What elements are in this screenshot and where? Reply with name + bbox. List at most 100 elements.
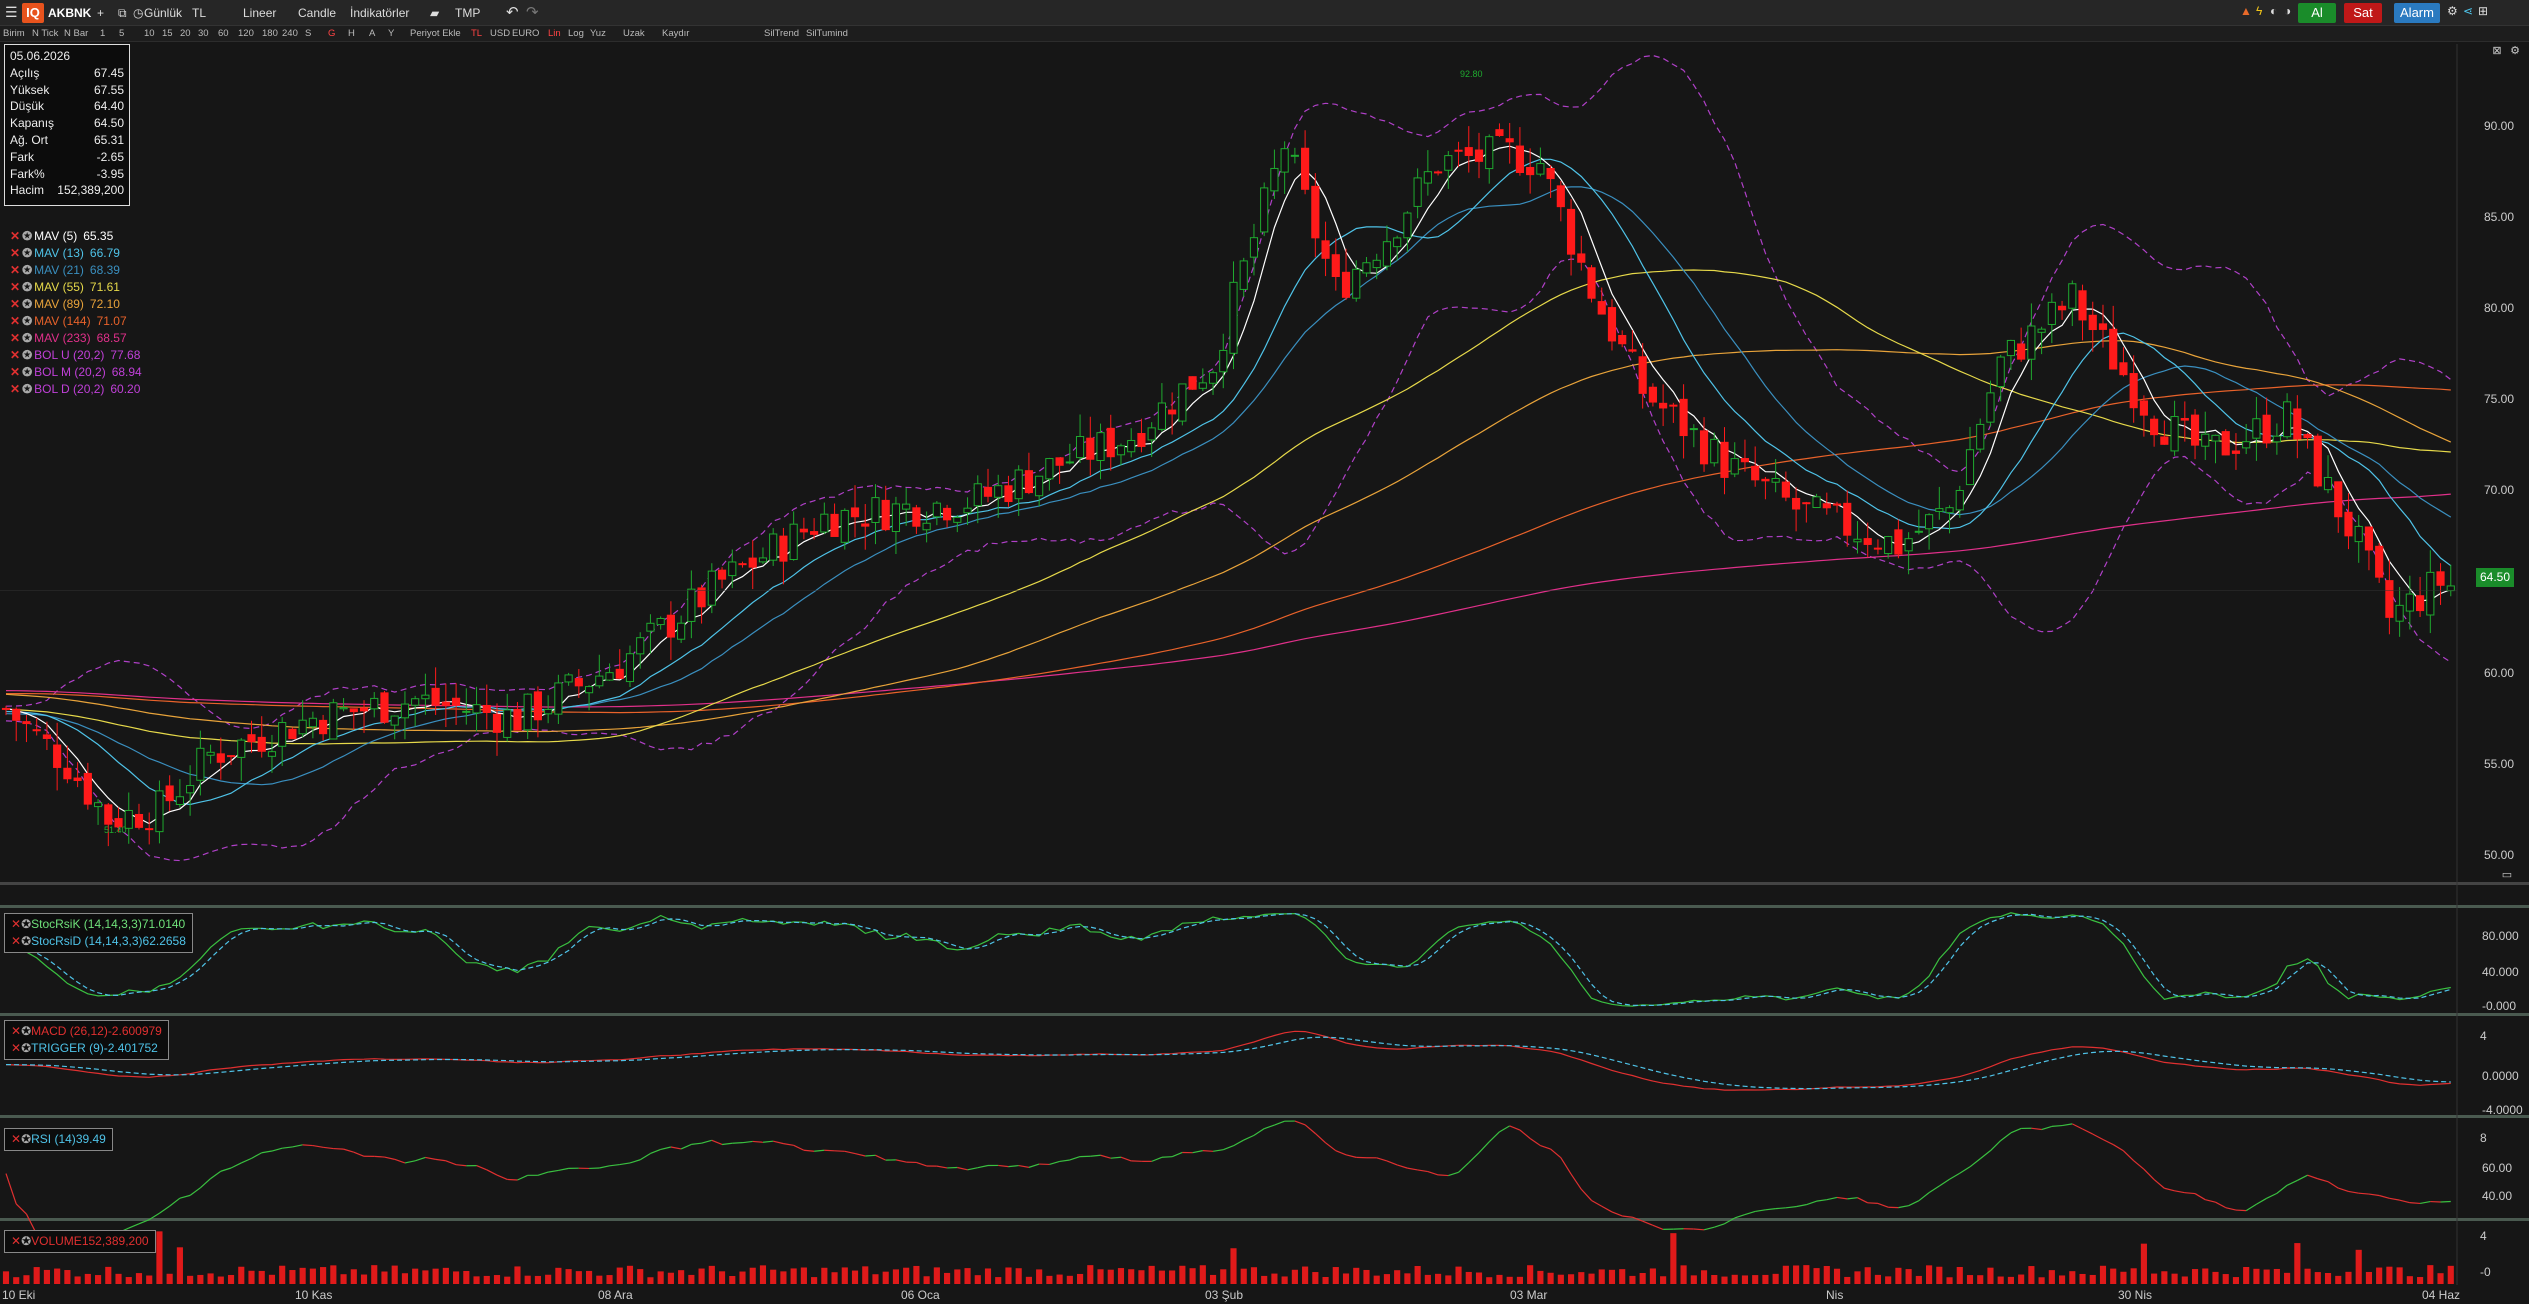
settings-indicator-icon[interactable]: ✪ — [22, 314, 32, 328]
gear-icon[interactable]: ⚙ — [2447, 4, 2458, 18]
remove-indicator-icon[interactable]: ✕ — [11, 917, 21, 931]
remove-indicator-icon[interactable]: ✕ — [11, 1024, 21, 1038]
expand-icon[interactable]: ⊠ — [2490, 44, 2504, 58]
legend-item[interactable]: ✕ ✪ BOL U (20,2) 77.68 — [10, 347, 142, 364]
scale-selector[interactable]: Lineer — [243, 6, 276, 20]
template-button[interactable]: TMP — [455, 6, 480, 20]
folder-icon[interactable]: ▰ — [430, 6, 439, 20]
period-option[interactable]: 60 — [218, 28, 229, 39]
symbol-selector[interactable]: AKBNK — [48, 6, 91, 20]
period-option[interactable]: 120 — [238, 28, 254, 39]
period-option[interactable]: N Bar — [64, 28, 88, 39]
legend-item[interactable]: ✕ ✪ MAV (233) 68.57 — [10, 330, 142, 347]
alarm-button[interactable]: Alarm — [2394, 3, 2440, 23]
period-option[interactable]: USD — [490, 28, 510, 39]
settings-indicator-icon[interactable]: ✪ — [22, 382, 32, 396]
remove-indicator-icon[interactable]: ✕ — [10, 365, 20, 379]
legend-item[interactable]: ✕ ✪ BOL D (20,2) 60.20 — [10, 381, 142, 398]
period-option[interactable]: 1 — [100, 28, 105, 39]
period-option[interactable]: SilTumind — [806, 28, 848, 39]
remove-indicator-icon[interactable]: ✕ — [11, 1132, 21, 1146]
settings-indicator-icon[interactable]: ✪ — [21, 934, 31, 948]
settings-indicator-icon[interactable]: ✪ — [22, 229, 32, 243]
lightning-icon[interactable]: ϟ — [2256, 4, 2262, 18]
remove-indicator-icon[interactable]: ✕ — [10, 348, 20, 362]
remove-indicator-icon[interactable]: ✕ — [11, 934, 21, 948]
period-option[interactable]: 30 — [198, 28, 209, 39]
period-option[interactable]: Uzak — [623, 28, 645, 39]
period-option[interactable]: 180 — [262, 28, 278, 39]
period-option[interactable]: TL — [471, 28, 482, 39]
chart-type-selector[interactable]: Candle — [298, 6, 336, 20]
settings-indicator-icon[interactable]: ✪ — [22, 263, 32, 277]
period-option[interactable]: SilTrend — [764, 28, 799, 39]
period-option[interactable]: EURO — [512, 28, 539, 39]
legend-item[interactable]: ✕✪TRIGGER (9)-2.401752 — [11, 1040, 162, 1057]
period-option[interactable]: G — [328, 28, 335, 39]
settings-icon[interactable]: ⚙ — [2508, 44, 2522, 58]
settings-indicator-icon[interactable]: ✪ — [22, 297, 32, 311]
settings-indicator-icon[interactable]: ✪ — [21, 1041, 31, 1055]
period-option[interactable]: Log — [568, 28, 584, 39]
remove-indicator-icon[interactable]: ✕ — [11, 1234, 21, 1248]
period-option[interactable]: Lin — [548, 28, 561, 39]
legend-item[interactable]: ✕ ✪ MAV (144) 71.07 — [10, 313, 142, 330]
remove-indicator-icon[interactable]: ✕ — [10, 280, 20, 294]
period-option[interactable]: H — [348, 28, 355, 39]
settings-indicator-icon[interactable]: ✪ — [22, 246, 32, 260]
legend-item[interactable]: ✕ ✪ MAV (55) 71.61 — [10, 279, 142, 296]
grid-icon[interactable]: ⊞ — [2478, 4, 2488, 18]
period-option[interactable]: 15 — [162, 28, 173, 39]
legend-item[interactable]: ✕ ✪ MAV (13) 66.79 — [10, 245, 142, 262]
period-option[interactable]: Periyot Ekle — [410, 28, 461, 39]
period-option[interactable]: A — [369, 28, 375, 39]
period-option[interactable]: 240 — [282, 28, 298, 39]
toggle-icon[interactable]: ◐ — [2270, 4, 2277, 18]
period-option[interactable]: Birim — [3, 28, 25, 39]
remove-indicator-icon[interactable]: ✕ — [10, 314, 20, 328]
sell-button[interactable]: Sat — [2344, 3, 2382, 23]
settings-indicator-icon[interactable]: ✪ — [22, 348, 32, 362]
settings-indicator-icon[interactable]: ✪ — [21, 917, 31, 931]
chart-canvas[interactable]: 92.80 51.40 — [0, 0, 2529, 1304]
legend-item[interactable]: ✕ ✪ MAV (5) 65.35 — [10, 228, 142, 245]
buy-button[interactable]: Al — [2298, 3, 2336, 23]
remove-indicator-icon[interactable]: ✕ — [11, 1041, 21, 1055]
add-symbol-button[interactable]: + — [97, 6, 104, 20]
period-option[interactable]: Kaydır — [662, 28, 689, 39]
period-option[interactable]: Y — [388, 28, 394, 39]
remove-indicator-icon[interactable]: ✕ — [10, 229, 20, 243]
calendar-icon[interactable]: ▭ — [2500, 868, 2514, 882]
period-option[interactable]: N Tick — [32, 28, 58, 39]
period-option[interactable]: Yuz — [590, 28, 606, 39]
legend-item[interactable]: ✕ ✪ BOL M (20,2) 68.94 — [10, 364, 142, 381]
legend-item[interactable]: ✕✪StocRsiK (14,14,3,3)71.0140 — [11, 916, 186, 933]
legend-item[interactable]: ✕ ✪ MAV (89) 72.10 — [10, 296, 142, 313]
currency-selector[interactable]: TL — [192, 6, 206, 20]
external-link-icon[interactable]: ⧉ — [118, 6, 127, 21]
settings-indicator-icon[interactable]: ✪ — [21, 1132, 31, 1146]
settings-indicator-icon[interactable]: ✪ — [21, 1024, 31, 1038]
share-icon[interactable]: ⋖ — [2463, 4, 2473, 18]
period-option[interactable]: 5 — [119, 28, 124, 39]
remove-indicator-icon[interactable]: ✕ — [10, 263, 20, 277]
link-icon[interactable]: ◑ — [2284, 4, 2291, 18]
settings-indicator-icon[interactable]: ✪ — [22, 365, 32, 379]
period-selector[interactable]: Günlük — [144, 6, 182, 20]
remove-indicator-icon[interactable]: ✕ — [10, 331, 20, 345]
redo-icon[interactable]: ↷ — [526, 3, 539, 21]
undo-icon[interactable]: ↶ — [506, 3, 519, 21]
settings-indicator-icon[interactable]: ✪ — [22, 280, 32, 294]
indicators-menu[interactable]: İndikatörler — [350, 6, 409, 20]
legend-item[interactable]: ✕✪VOLUME152,389,200 — [11, 1233, 149, 1250]
legend-item[interactable]: ✕✪MACD (26,12)-2.600979 — [11, 1023, 162, 1040]
period-option[interactable]: 20 — [180, 28, 191, 39]
settings-indicator-icon[interactable]: ✪ — [21, 1234, 31, 1248]
legend-item[interactable]: ✕ ✪ MAV (21) 68.39 — [10, 262, 142, 279]
settings-indicator-icon[interactable]: ✪ — [22, 331, 32, 345]
legend-item[interactable]: ✕✪StocRsiD (14,14,3,3)62.2658 — [11, 933, 186, 950]
period-option[interactable]: S — [305, 28, 311, 39]
remove-indicator-icon[interactable]: ✕ — [10, 297, 20, 311]
remove-indicator-icon[interactable]: ✕ — [10, 382, 20, 396]
flame-icon[interactable]: ▲ — [2240, 4, 2252, 18]
